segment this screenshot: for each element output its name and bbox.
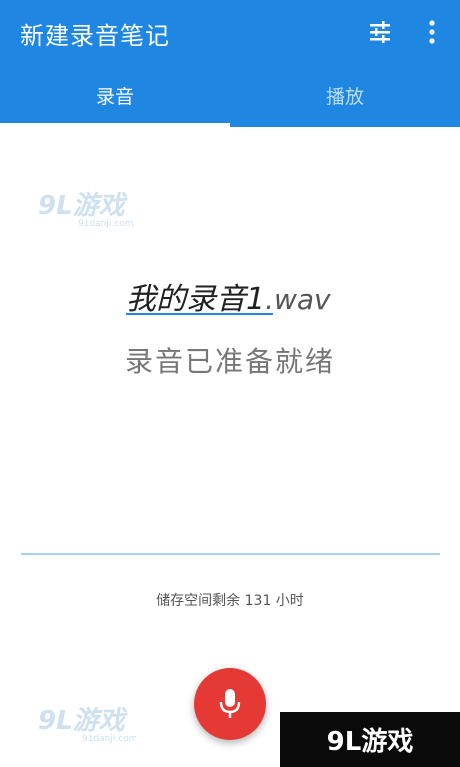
filename-base: 我的录音1 (126, 282, 266, 317)
divider (21, 553, 440, 555)
microphone-icon (219, 689, 241, 718)
tab-bar: 录音 播放 (0, 64, 460, 127)
storage-remaining: 储存空间剩余 131 小时 (156, 593, 304, 609)
record-button[interactable] (194, 668, 266, 740)
app-bar: 新建录音笔记 录音 播放 (0, 0, 460, 127)
tab-record[interactable]: 录音 (0, 64, 230, 127)
watermark-logo-bottom: 9L游戏 91danji.com (38, 703, 137, 745)
app-title: 新建录音笔记 (20, 22, 170, 50)
tune-icon (370, 21, 390, 43)
svg-text:91danji.com: 91danji.com (82, 734, 136, 744)
recording-status: 录音已准备就绪 (124, 345, 335, 378)
svg-text:9L游戏: 9L游戏 (38, 191, 128, 221)
site-logo-text: 9L游戏 (326, 727, 414, 757)
tab-playback[interactable]: 播放 (230, 64, 460, 127)
site-logo: 9L游戏 (280, 712, 460, 767)
filename-field[interactable]: 我的录音1.wav (126, 274, 331, 318)
watermark-logo: 9L游戏 91danji.com (38, 188, 133, 230)
tab-indicator (0, 123, 230, 127)
more-vert-icon (429, 20, 435, 44)
svg-text:91danji.com: 91danji.com (78, 219, 133, 229)
filename-underline (126, 313, 273, 315)
svg-text:9L游戏: 9L游戏 (38, 706, 128, 736)
more-options-button[interactable] (414, 14, 450, 50)
filename-extension: .wav (265, 283, 331, 316)
tune-button[interactable] (362, 14, 398, 50)
